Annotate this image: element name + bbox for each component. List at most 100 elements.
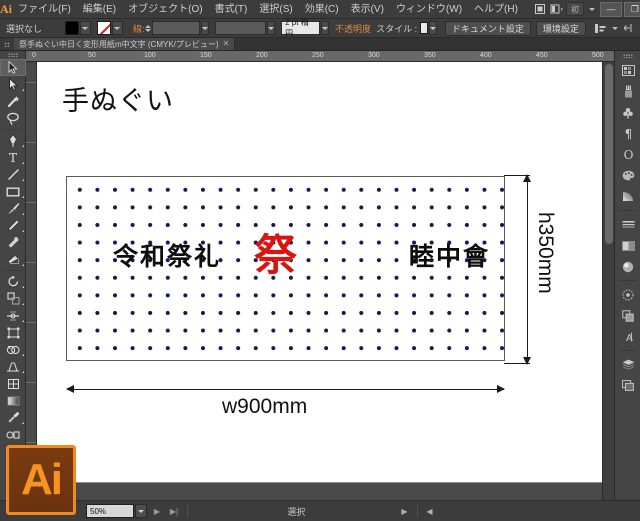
rotate-tool[interactable]	[0, 273, 26, 290]
last-artboard-button[interactable]: ▶|	[167, 504, 181, 518]
tab-bar-grip[interactable]	[0, 38, 14, 50]
width-tool[interactable]	[0, 307, 26, 324]
stroke-weight-chevron-down-icon[interactable]	[200, 21, 209, 35]
stroke-weight-field[interactable]	[151, 21, 200, 35]
panel-stroke-icon[interactable]	[615, 214, 640, 235]
next-artboard-button[interactable]: ▶	[150, 504, 164, 518]
eyedropper-tool[interactable]	[0, 409, 26, 426]
fill-swatch-group[interactable]	[64, 21, 91, 35]
style-swatch[interactable]	[420, 22, 428, 34]
ruler-label: 400	[480, 52, 492, 59]
dock-grip[interactable]	[615, 51, 640, 60]
lasso-tool[interactable]	[0, 110, 26, 127]
vertical-ruler[interactable]	[26, 62, 37, 500]
opacity-label[interactable]: 不透明度	[335, 22, 371, 35]
canvas-area[interactable]: 手ぬぐい 令和祭礼 祭 睦中會 h350mm w900mm	[37, 62, 614, 500]
kanji-center-text[interactable]: 祭	[254, 235, 297, 278]
mesh-tool[interactable]	[0, 375, 26, 392]
artboard[interactable]: 手ぬぐい 令和祭礼 祭 睦中會 h350mm w900mm	[37, 62, 610, 482]
stroke-swatch-none[interactable]	[96, 21, 111, 35]
align-chevron-down-icon[interactable]	[611, 21, 620, 35]
document-setup-button[interactable]: ドキュメント設定	[444, 20, 531, 36]
tenugui-design-panel[interactable]: 令和祭礼 祭 睦中會	[67, 177, 504, 360]
magic-wand-tool[interactable]	[0, 93, 26, 110]
panel-character-icon[interactable]: O	[615, 144, 640, 165]
panel-pathfinder-icon[interactable]	[615, 305, 640, 326]
document-tab[interactable]: 祭手ぬぐい中日く変形用紙m中文字 (CMYK/プレビュー) ✕	[14, 38, 236, 50]
zoom-chevron-down-icon[interactable]	[135, 504, 147, 518]
menu-window[interactable]: ウィンドウ(W)	[390, 0, 468, 19]
menu-edit[interactable]: 編集(E)	[77, 0, 122, 19]
panel-paragraph-icon[interactable]: ¶	[615, 123, 640, 144]
align-panel-icon[interactable]	[594, 21, 607, 35]
panel-color-icon[interactable]	[615, 60, 640, 81]
direct-selection-tool[interactable]	[0, 76, 26, 93]
brush-definition-field[interactable]: 2 pt 楕円	[281, 18, 321, 38]
panel-transparency-icon[interactable]	[615, 235, 640, 256]
toolbox-grip[interactable]	[0, 51, 25, 59]
fill-swatch[interactable]	[64, 21, 79, 35]
document-tab-close-icon[interactable]: ✕	[223, 40, 230, 48]
pencil-tool[interactable]	[0, 217, 26, 234]
menu-type[interactable]: 書式(T)	[209, 0, 254, 19]
kanji-left-text[interactable]: 令和祭礼	[113, 244, 221, 269]
stroke-weight-stepper[interactable]	[144, 21, 151, 35]
paintbrush-tool[interactable]	[0, 200, 26, 217]
status-menu-chevron-icon[interactable]: ▶	[399, 504, 411, 518]
blob-brush-tool[interactable]	[0, 234, 26, 251]
menu-view[interactable]: 表示(V)	[345, 0, 390, 19]
blend-tool[interactable]	[0, 426, 26, 443]
style-chevron-down-icon[interactable]	[428, 21, 437, 35]
type-tool[interactable]: T	[0, 149, 26, 166]
menu-file[interactable]: ファイル(F)	[12, 0, 77, 19]
artwork-title-text[interactable]: 手ぬぐい	[62, 79, 174, 118]
status-collapse-icon[interactable]: ◀	[424, 504, 436, 518]
shape-builder-tool[interactable]	[0, 341, 26, 358]
screen-mode-icon[interactable]	[550, 2, 564, 16]
panel-brushes-icon[interactable]	[615, 81, 640, 102]
height-dimension-label[interactable]: h350mm	[533, 212, 557, 294]
menu-select[interactable]: 選択(S)	[253, 0, 298, 19]
horizontal-ruler[interactable]: 0 50 100 150 200 250 300 350 400 450 500	[26, 51, 614, 62]
rectangle-tool[interactable]	[0, 183, 26, 200]
panel-symbols-icon[interactable]	[615, 102, 640, 123]
width-dimension-label[interactable]: w900mm	[222, 395, 307, 419]
control-panel-menu-icon[interactable]	[624, 21, 636, 35]
panel-layers-icon[interactable]	[615, 354, 640, 375]
panel-artboards-icon[interactable]	[615, 375, 640, 396]
menu-help[interactable]: ヘルプ(H)	[468, 0, 524, 19]
selection-tool[interactable]	[0, 59, 26, 76]
menu-effect[interactable]: 効果(C)	[299, 0, 345, 19]
stroke-profile-field[interactable]	[214, 21, 267, 35]
perspective-grid-tool[interactable]	[0, 358, 26, 375]
panel-appearance-icon[interactable]	[615, 256, 640, 277]
canvas-vertical-scrollbar[interactable]	[602, 62, 614, 500]
eraser-tool[interactable]	[0, 251, 26, 268]
menu-object[interactable]: オブジェクト(O)	[122, 0, 208, 19]
scale-tool[interactable]	[0, 290, 26, 307]
brush-definition-chevron-down-icon[interactable]	[321, 21, 330, 35]
panel-swatches-icon[interactable]	[615, 165, 640, 186]
preferences-button[interactable]: 環境設定	[535, 20, 586, 36]
maximize-button[interactable]: ❐	[623, 1, 640, 17]
pen-tool[interactable]	[0, 132, 26, 149]
workspace-switcher[interactable]: 初期設定	[565, 2, 584, 56]
toolbox-divider	[3, 129, 22, 130]
scrollbar-thumb[interactable]	[605, 64, 613, 244]
stroke-swatch-group[interactable]	[96, 21, 123, 35]
kanji-right-text[interactable]: 睦中會	[409, 244, 490, 269]
minimize-button[interactable]: —	[599, 1, 622, 17]
arrange-documents-icon[interactable]	[534, 2, 546, 16]
zoom-level-field[interactable]: 50%	[86, 504, 134, 518]
stroke-profile-chevron-down-icon[interactable]	[267, 21, 276, 35]
workspace-chevron-down-icon[interactable]	[588, 2, 596, 16]
fill-chevron-down-icon[interactable]	[79, 21, 91, 35]
gradient-tool[interactable]	[0, 392, 26, 409]
panel-gradient-icon[interactable]	[615, 186, 640, 207]
panel-align-icon[interactable]	[615, 284, 640, 305]
stroke-chevron-down-icon[interactable]	[111, 21, 123, 35]
free-transform-tool[interactable]	[0, 324, 26, 341]
tool-flyout-corner	[22, 89, 24, 91]
panel-type-icon[interactable]: A	[615, 326, 640, 347]
line-segment-tool[interactable]	[0, 166, 26, 183]
